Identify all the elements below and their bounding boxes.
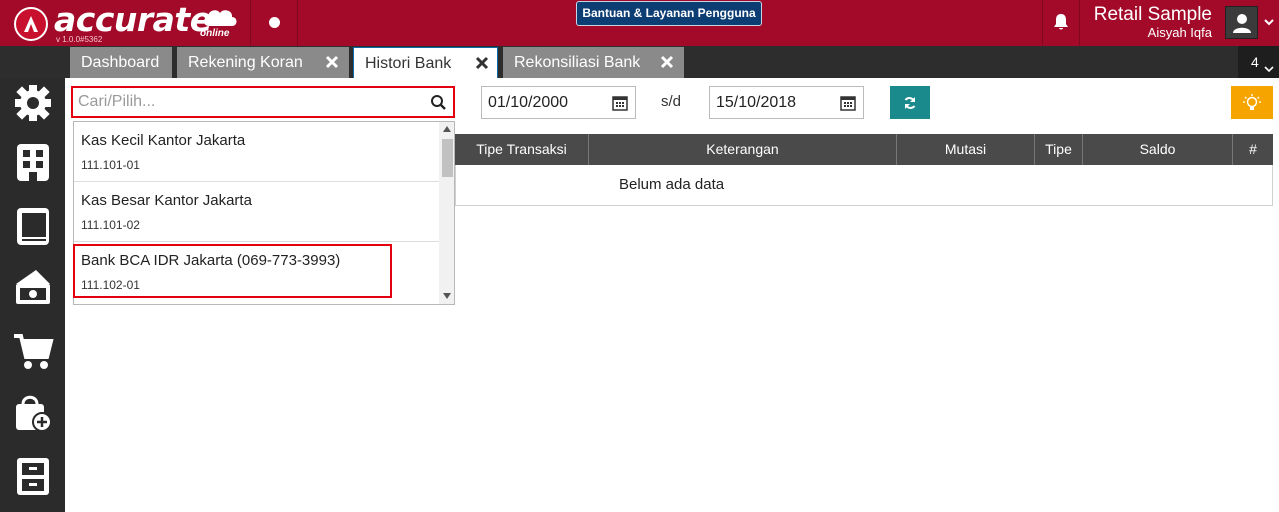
user-menu[interactable]: Retail Sample Aisyah Iqfa xyxy=(1080,4,1212,40)
list-item[interactable]: Kas Kecil Kantor Jakarta 111.101-01 xyxy=(74,122,439,182)
logo-badge-icon xyxy=(14,7,48,41)
scroll-down-icon[interactable] xyxy=(443,293,451,299)
tips-button[interactable] xyxy=(1231,86,1273,119)
logo-sub: online xyxy=(200,28,230,39)
avatar[interactable] xyxy=(1225,6,1258,39)
dropdown-scrollbar[interactable] xyxy=(439,122,454,304)
cabinet-icon[interactable] xyxy=(12,455,54,497)
account-code: 111.101-01 xyxy=(81,158,140,172)
bell-icon[interactable] xyxy=(1051,12,1071,32)
column-header[interactable]: # xyxy=(1233,134,1273,165)
tab-label: Dashboard xyxy=(81,54,160,71)
book-icon[interactable] xyxy=(12,205,54,247)
tab-histori-bank[interactable]: Histori Bank xyxy=(353,47,498,78)
date-to-value: 15/10/2018 xyxy=(716,94,797,111)
gear-icon[interactable] xyxy=(12,82,54,124)
date-separator: s/d xyxy=(661,93,682,110)
close-icon[interactable] xyxy=(325,55,339,69)
divider xyxy=(250,0,251,46)
date-from-field[interactable]: 01/10/2000 xyxy=(481,86,636,119)
help-button[interactable]: Bantuan & Layanan Pengguna xyxy=(576,1,762,26)
search-icon[interactable] xyxy=(430,94,447,111)
cart-icon[interactable] xyxy=(12,330,54,372)
company-name: Retail Sample xyxy=(1093,4,1212,25)
empty-message: Belum ada data xyxy=(619,176,725,193)
close-icon[interactable] xyxy=(660,55,674,69)
tab-label: Histori Bank xyxy=(365,55,452,72)
selection-highlight xyxy=(73,244,392,298)
column-header[interactable]: Saldo xyxy=(1083,134,1233,165)
account-search[interactable] xyxy=(71,86,455,118)
building-icon[interactable] xyxy=(12,141,54,183)
table-header: Tipe Transaksi Keterangan Mutasi Tipe Sa… xyxy=(455,134,1273,165)
column-header[interactable]: Tipe xyxy=(1035,134,1083,165)
tab-dashboard[interactable]: Dashboard xyxy=(70,47,172,78)
account-name: Kas Besar Kantor Jakarta xyxy=(81,192,252,209)
divider xyxy=(297,0,298,46)
tab-label: Rekonsiliasi Bank xyxy=(514,54,641,71)
calendar-icon[interactable] xyxy=(840,95,856,111)
calendar-icon[interactable] xyxy=(612,95,628,111)
cloud-icon xyxy=(203,10,237,26)
user-name: Aisyah Iqfa xyxy=(1147,25,1212,40)
refresh-icon xyxy=(904,96,916,109)
tab-count-button[interactable]: 4 xyxy=(1238,46,1279,78)
scroll-up-icon[interactable] xyxy=(443,126,451,132)
sidebar xyxy=(0,78,65,512)
chevron-down-icon xyxy=(1264,66,1274,73)
close-icon[interactable] xyxy=(475,56,489,70)
bag-add-icon[interactable] xyxy=(12,392,54,434)
divider xyxy=(1042,0,1043,46)
account-code: 111.101-02 xyxy=(81,218,140,232)
top-bar: accurate online v 1.0.0#5362 Bantuan & L… xyxy=(0,0,1279,46)
date-to-field[interactable]: 15/10/2018 xyxy=(709,86,864,119)
date-from-value: 01/10/2000 xyxy=(488,94,569,111)
list-item[interactable]: Kas Besar Kantor Jakarta 111.101-02 xyxy=(74,182,439,242)
column-header[interactable]: Mutasi xyxy=(897,134,1035,165)
tab-rekening-koran[interactable]: Rekening Koran xyxy=(177,47,349,78)
tab-rekonsiliasi-bank[interactable]: Rekonsiliasi Bank xyxy=(503,47,684,78)
lightbulb-icon xyxy=(1243,93,1261,110)
refresh-button[interactable] xyxy=(890,86,930,119)
table-body: Belum ada data xyxy=(455,165,1273,206)
chevron-down-icon[interactable] xyxy=(1263,16,1275,28)
account-name: Kas Kecil Kantor Jakarta xyxy=(81,132,246,149)
column-header[interactable]: Tipe Transaksi xyxy=(455,134,589,165)
column-header[interactable]: Keterangan xyxy=(589,134,897,165)
money-icon[interactable] xyxy=(12,266,54,308)
app-logo[interactable]: accurate online v 1.0.0#5362 xyxy=(14,0,244,44)
tab-label: Rekening Koran xyxy=(188,54,303,71)
status-dot-icon[interactable] xyxy=(269,17,280,28)
scroll-thumb[interactable] xyxy=(442,139,453,177)
app-version: v 1.0.0#5362 xyxy=(56,35,103,44)
search-input[interactable] xyxy=(78,91,418,113)
tab-count: 4 xyxy=(1251,54,1259,70)
user-icon xyxy=(1232,13,1251,33)
logo-text: accurate xyxy=(54,0,212,39)
